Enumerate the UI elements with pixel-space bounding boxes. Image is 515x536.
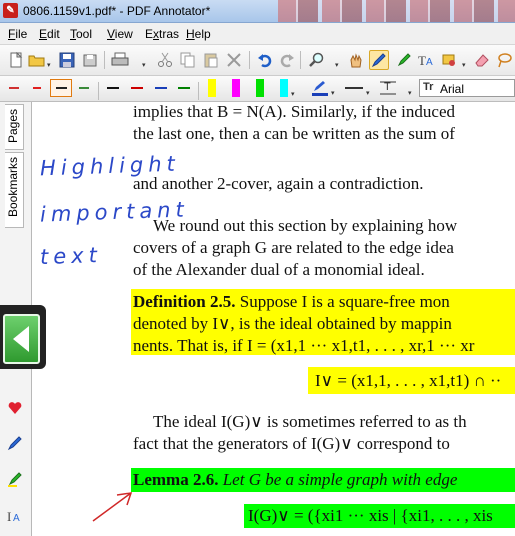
lemma-label: Lemma 2.6. — [133, 470, 219, 489]
pen-red-dash[interactable] — [27, 80, 47, 96]
svg-text:A: A — [13, 513, 20, 524]
new-document-icon[interactable] — [6, 50, 26, 70]
svg-text:I: I — [7, 509, 11, 524]
doc-line: the last one, then a can be written as t… — [133, 124, 455, 143]
blue-pen-icon[interactable] — [5, 433, 25, 453]
hand-icon[interactable] — [346, 50, 366, 70]
font-name: Arial — [440, 82, 465, 96]
save-all-icon[interactable] — [80, 50, 100, 70]
highlighter-yellow[interactable] — [208, 79, 216, 97]
paste-icon[interactable] — [201, 50, 221, 70]
highlighter-icon[interactable] — [394, 50, 414, 70]
font-selector[interactable]: Tr Arial — [419, 79, 515, 97]
highlighter-cyan[interactable] — [280, 79, 288, 97]
text-icon[interactable]: TA — [416, 50, 436, 70]
pen-black[interactable] — [103, 80, 123, 96]
save-icon[interactable] — [57, 50, 77, 70]
definition-line: denoted by I∨, is the ideal obtained by … — [133, 314, 452, 333]
main-toolbar: ▾ ▾ ▾ TA ▾ — [0, 45, 515, 76]
pen-icon[interactable] — [369, 50, 389, 70]
delete-icon[interactable] — [224, 50, 244, 70]
definition-line: nents. That is, if I = (x1,1 ··· x1,t1, … — [133, 336, 475, 355]
doc-line: covers of a graph G are related to the e… — [133, 238, 454, 257]
lemma-line: Lemma 2.6. Let G be a simple graph with … — [133, 470, 458, 489]
menu-help[interactable]: Help — [186, 27, 211, 41]
pen-color-icon[interactable] — [310, 78, 330, 98]
copy-icon[interactable] — [178, 50, 198, 70]
line-style-icon[interactable]: T — [378, 78, 398, 98]
print-icon[interactable] — [110, 50, 130, 70]
menu-edit[interactable]: Edit — [39, 27, 60, 41]
eraser-icon[interactable] — [472, 50, 492, 70]
lasso-icon[interactable] — [494, 50, 514, 70]
ink-annotation[interactable]: text — [40, 243, 103, 269]
stamp-icon[interactable] — [439, 50, 459, 70]
menu-extras[interactable]: Extras — [145, 27, 179, 41]
pen-orange[interactable] — [50, 79, 72, 97]
doc-line: fact that the generators of I(G)∨ corres… — [133, 434, 450, 453]
lemma-formula: I(G)∨ = ({xi1 ··· xis | {xi1, . . . , xi… — [248, 506, 493, 525]
ink-annotation[interactable]: Highlight — [40, 152, 181, 181]
back-navigation-button[interactable] — [0, 305, 46, 369]
menu-bar: File Edit Tool View Extras Help — [0, 23, 515, 45]
pen-green[interactable] — [74, 80, 94, 96]
menu-file[interactable]: File — [8, 27, 27, 41]
doc-line: and another 2-cover, again a contradicti… — [133, 174, 424, 193]
highlighter-icon[interactable] — [5, 469, 25, 489]
redo-icon[interactable] — [277, 50, 297, 70]
truetype-font-icon: Tr — [423, 81, 434, 93]
heart-icon[interactable] — [5, 398, 25, 418]
pen-darkgreen[interactable] — [174, 80, 194, 96]
tab-bookmarks[interactable]: Bookmarks — [5, 152, 24, 228]
doc-line: We round out this section by explaining … — [153, 216, 458, 235]
window-thumbnail-strip — [278, 0, 515, 22]
pdf-annotator-icon: ✎ — [3, 3, 18, 18]
red-arrow-annotation[interactable] — [87, 487, 137, 527]
document-page[interactable]: implies that B = N(A). Similarly, if the… — [32, 102, 515, 536]
doc-line: implies that B = N(A). Similarly, if the… — [133, 102, 455, 121]
line-width-icon[interactable] — [344, 78, 364, 98]
tab-pages[interactable]: Pages — [5, 104, 24, 150]
svg-text:A: A — [426, 57, 433, 68]
highlighter-green[interactable] — [256, 79, 264, 97]
definition-formula: I∨ = (x1,1, . . . , x1,t1) ∩ ·· — [315, 371, 502, 390]
svg-text:T: T — [418, 53, 426, 68]
title-bar: ✎ 0806.1159v1.pdf* - PDF Annotator* — [0, 0, 515, 23]
open-folder-icon[interactable] — [27, 50, 47, 70]
zoom-icon[interactable] — [306, 50, 326, 70]
doc-line: of the Alexander dual of a monomial idea… — [133, 260, 425, 279]
definition-label: Definition 2.5. — [133, 292, 236, 311]
svg-text:T: T — [384, 81, 391, 93]
menu-tool[interactable]: Tool — [70, 27, 92, 41]
window-title: 0806.1159v1.pdf* - PDF Annotator* — [23, 4, 211, 18]
text-tool-icon[interactable]: IA — [5, 506, 25, 526]
definition-line: Definition 2.5. Suppose I is a square-fr… — [133, 292, 450, 311]
menu-view[interactable]: View — [107, 27, 133, 41]
highlighter-magenta[interactable] — [232, 79, 240, 97]
doc-line: The ideal I(G)∨ is sometimes referred to… — [153, 412, 467, 431]
pen-blue[interactable] — [151, 80, 171, 96]
pen-red-thin[interactable] — [4, 80, 24, 96]
left-arrow-icon — [13, 326, 29, 352]
pen-darkred[interactable] — [127, 80, 147, 96]
pen-toolbar: ▾ ▾ ▾ T ▾ Tr Arial — [0, 76, 515, 102]
undo-icon[interactable] — [255, 50, 275, 70]
cut-icon[interactable] — [155, 50, 175, 70]
